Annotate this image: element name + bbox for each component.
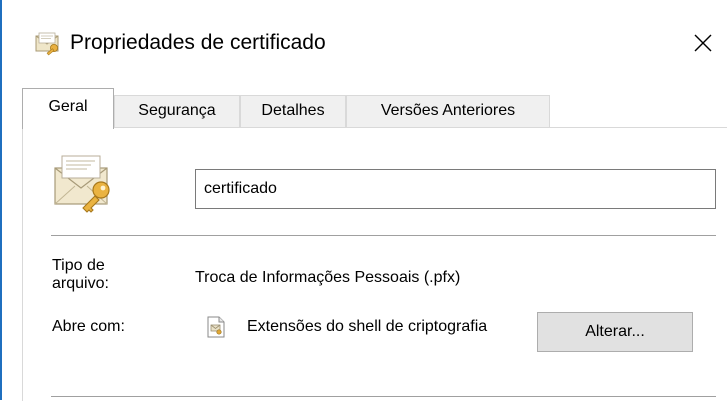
certificate-properties-icon — [35, 32, 59, 56]
tab-panel-geral: Tipo de arquivo: Troca de Informações Pe… — [22, 127, 727, 401]
window-title: Propriedades de certificado — [70, 31, 326, 54]
file-type-value: Troca de Informações Pessoais (.pfx) — [195, 269, 461, 286]
close-button[interactable] — [686, 26, 720, 60]
file-type-label: Tipo de arquivo: — [52, 257, 109, 292]
tab-detalhes[interactable]: Detalhes — [240, 95, 346, 127]
tab-label: Geral — [48, 98, 88, 115]
crypto-shell-extension-icon — [207, 316, 225, 338]
tab-seguranca[interactable]: Segurança — [114, 95, 240, 127]
change-button[interactable]: Alterar... — [537, 312, 693, 352]
tab-label: Versões Anteriores — [380, 102, 516, 119]
tab-versoes-anteriores[interactable]: Versões Anteriores — [346, 95, 550, 127]
opens-with-label: Abre com: — [52, 318, 125, 335]
file-name-field[interactable] — [195, 169, 716, 209]
tab-label: Detalhes — [261, 102, 325, 119]
window-border — [0, 0, 2, 400]
tab-geral[interactable]: Geral — [22, 88, 114, 129]
certificate-file-icon — [54, 155, 110, 213]
tab-label: Segurança — [138, 102, 216, 119]
separator — [51, 235, 716, 236]
separator — [51, 396, 716, 397]
close-icon — [694, 34, 712, 52]
opens-with-value: Extensões do shell de criptografia — [247, 318, 488, 335]
